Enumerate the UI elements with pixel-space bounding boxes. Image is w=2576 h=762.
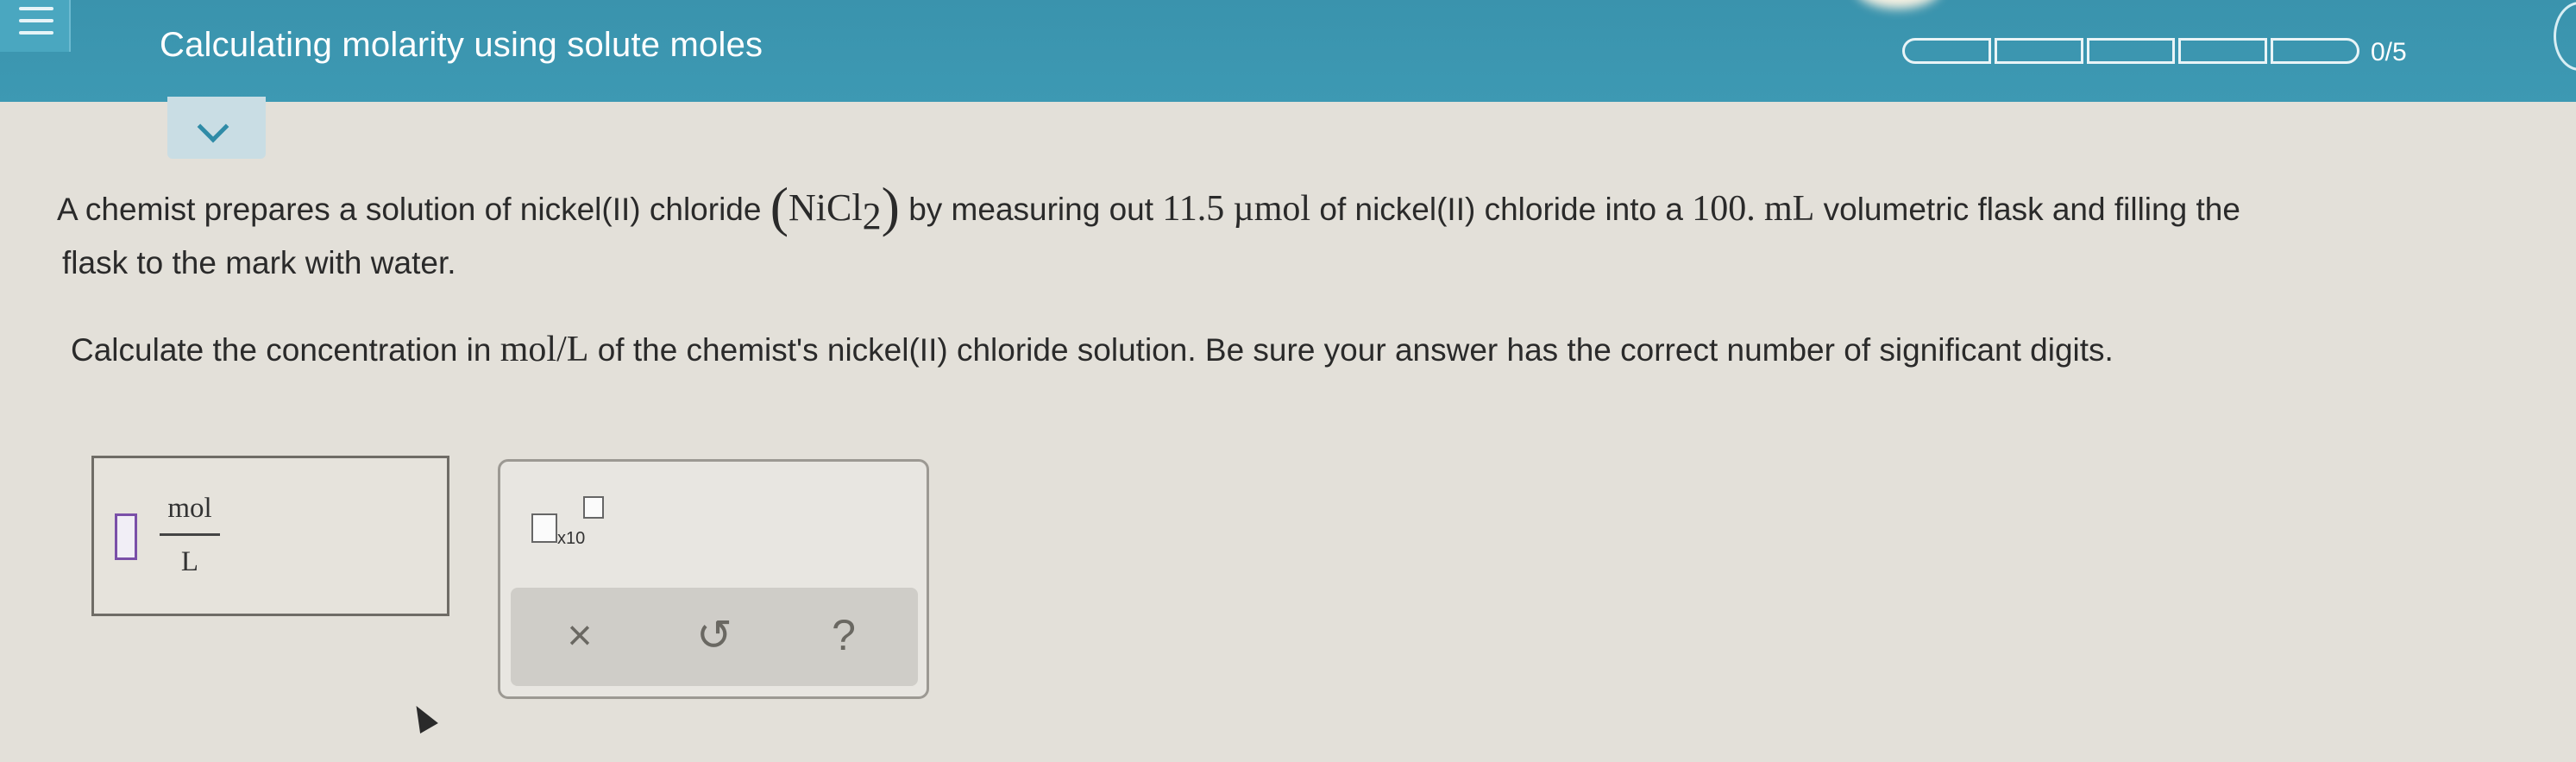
- answer-box: mol L: [91, 456, 449, 616]
- flask-volume: 100.: [1692, 189, 1756, 229]
- account-circle-icon[interactable]: [2554, 2, 2576, 71]
- collapse-toggle[interactable]: [167, 97, 266, 159]
- fraction-bar: [160, 533, 220, 536]
- progress-segment: [2178, 38, 2268, 64]
- x10-label: x10: [557, 529, 586, 548]
- progress-segment: [2086, 38, 2176, 64]
- solute-amount-unit: µmol: [1233, 189, 1311, 229]
- chevron-down-icon: [197, 110, 229, 143]
- answer-input[interactable]: [115, 513, 137, 560]
- chemical-formula: NiCl: [789, 186, 863, 229]
- help-button[interactable]: ?: [809, 605, 878, 665]
- progress-segment: [1902, 38, 1991, 64]
- question-prompt: Calculate the concentration in mol/L of …: [71, 330, 2114, 369]
- action-bar: × ↺ ?: [511, 588, 918, 686]
- unit-denominator: L: [180, 546, 199, 577]
- unit-fraction: mol L: [160, 493, 220, 578]
- screen-glare: [1855, 0, 1941, 9]
- undo-button[interactable]: ↺: [680, 605, 749, 665]
- question-line-2: flask to the mark with water.: [62, 245, 456, 280]
- top-header: Calculating molarity using solute moles …: [0, 0, 2576, 102]
- exponent-box-icon: [583, 496, 604, 519]
- tools-panel: x10 × ↺ ?: [498, 459, 929, 699]
- scientific-notation-button[interactable]: x10: [531, 496, 609, 548]
- menu-icon[interactable]: [0, 0, 71, 52]
- solute-amount: 11.5: [1162, 189, 1225, 229]
- unit-numerator: mol: [167, 493, 212, 524]
- flask-volume-unit: mL: [1764, 189, 1815, 229]
- progress-segment: [1994, 38, 2083, 64]
- progress-segment: [2271, 38, 2359, 64]
- topic-title: Calculating molarity using solute moles: [160, 26, 763, 64]
- progress-count: 0/5: [2371, 38, 2407, 66]
- clear-button[interactable]: ×: [545, 605, 614, 665]
- mantissa-box-icon: [531, 513, 557, 543]
- progress-bar: [1902, 38, 2359, 64]
- mouse-cursor-icon: [407, 701, 438, 734]
- question-line-1: A chemist prepares a solution of nickel(…: [57, 176, 2240, 238]
